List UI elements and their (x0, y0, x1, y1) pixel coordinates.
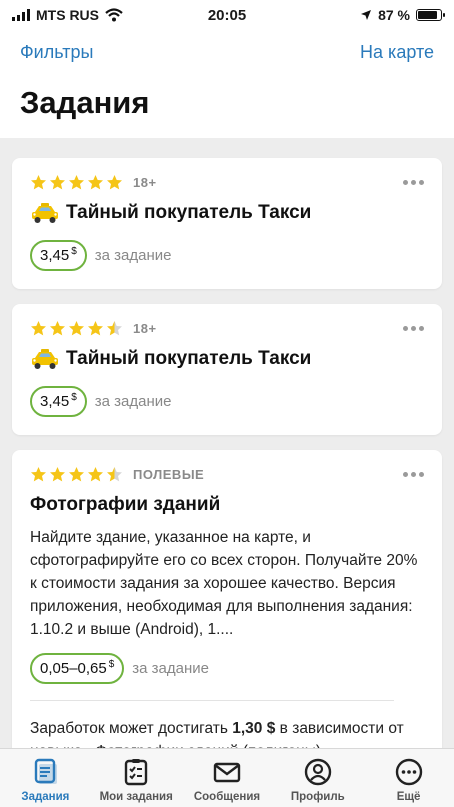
price-badge: 3,45 $ (30, 386, 87, 417)
star-icon (69, 174, 84, 189)
star-icon (88, 320, 103, 335)
star-icon (88, 174, 103, 189)
task-title: Тайный покупатель Такси (30, 202, 424, 224)
map-view-button[interactable]: На карте (360, 42, 434, 63)
price-currency: $ (71, 246, 77, 257)
star-icon (107, 466, 122, 481)
tab-label: Профиль (290, 791, 345, 803)
price-label: за задание (132, 660, 210, 677)
star-icon (69, 466, 84, 481)
envelope-icon (213, 762, 241, 783)
price-label: за задание (94, 393, 172, 410)
age-restriction: 18+ (133, 174, 157, 190)
task-title: Тайный покупатель Такси (30, 348, 424, 370)
task-title-text: Тайный покупатель Такси (66, 348, 312, 369)
taxi-icon (32, 203, 58, 223)
status-bar: MTS RUS 20:05 87 % (0, 0, 454, 30)
task-card[interactable]: 18+ Тайный покупатель Такси 3,45 $ за зад… (12, 304, 442, 435)
more-options-icon[interactable] (403, 471, 424, 477)
tab-bar: Задания Мои задания Сообщения Профиль Ещ… (0, 748, 454, 807)
star-icon (31, 320, 46, 335)
tab-label: Мои задания (99, 791, 173, 803)
star-icon (107, 174, 122, 189)
checklist-icon (124, 759, 148, 786)
page-title: Задания (20, 85, 150, 120)
price-currency: $ (108, 659, 115, 670)
tab-label: Сообщения (193, 791, 261, 803)
tab-label: Задания (21, 791, 70, 803)
earnings-prefix: Заработок может достигать (30, 720, 233, 737)
task-title-text: Тайный покупатель Такси (66, 202, 312, 223)
filters-button[interactable]: Фильтры (20, 42, 93, 63)
tab-messages[interactable]: Сообщения (182, 749, 273, 807)
header: Фильтры На карте Задания (0, 30, 454, 138)
price-value: 0,05–0,65 (40, 660, 107, 677)
location-arrow-icon (361, 10, 372, 20)
profile-icon (304, 758, 331, 786)
tab-tasks[interactable]: Задания (0, 749, 91, 807)
task-title-text: Фотографии зданий (30, 494, 221, 515)
status-time: 20:05 (207, 6, 247, 24)
earnings-amount: 1,30 $ (232, 720, 276, 737)
battery-percent: 87 % (378, 7, 410, 23)
carrier-name: MTS RUS (36, 7, 99, 23)
tab-profile[interactable]: Профиль (272, 749, 363, 807)
star-icon (50, 320, 65, 335)
more-options-icon[interactable] (403, 179, 424, 185)
star-icon (50, 174, 65, 189)
star-icon (50, 466, 65, 481)
divider (30, 700, 394, 701)
star-icon (31, 466, 46, 481)
task-description: Найдите здание, указанное на карте, и сф… (30, 529, 418, 638)
task-title: Фотографии зданий (30, 494, 424, 516)
signal-icon (12, 9, 30, 21)
price-label: за задание (94, 247, 172, 264)
star-icon (69, 320, 84, 335)
taxi-icon (32, 349, 58, 369)
more-options-icon[interactable] (403, 325, 424, 331)
price-value: 3,45 (40, 393, 70, 410)
tasks-icon (35, 758, 58, 784)
rating-stars (30, 466, 123, 483)
wifi-icon (105, 8, 123, 22)
rating-stars (30, 174, 123, 191)
star-icon (88, 466, 103, 481)
tab-more[interactable]: Ещё (363, 749, 454, 807)
age-restriction: 18+ (133, 320, 157, 336)
price-currency: $ (71, 392, 77, 403)
price-badge: 3,45 $ (30, 240, 87, 271)
battery-icon (416, 9, 445, 21)
price-value: 3,45 (40, 247, 70, 264)
more-icon (395, 758, 422, 786)
task-card[interactable]: ПОЛЕВЫЕ Фотографии зданий Найдите здание… (12, 450, 442, 760)
task-card[interactable]: 18+ Тайный покупатель Такси 3,45 $ за зад… (12, 158, 442, 289)
tab-label: Ещё (396, 791, 421, 803)
tab-my-tasks[interactable]: Мои задания (91, 749, 182, 807)
task-category: ПОЛЕВЫЕ (133, 466, 205, 482)
price-badge: 0,05–0,65 $ (30, 653, 125, 684)
rating-stars (30, 320, 123, 337)
star-icon (107, 320, 122, 335)
star-icon (31, 174, 46, 189)
